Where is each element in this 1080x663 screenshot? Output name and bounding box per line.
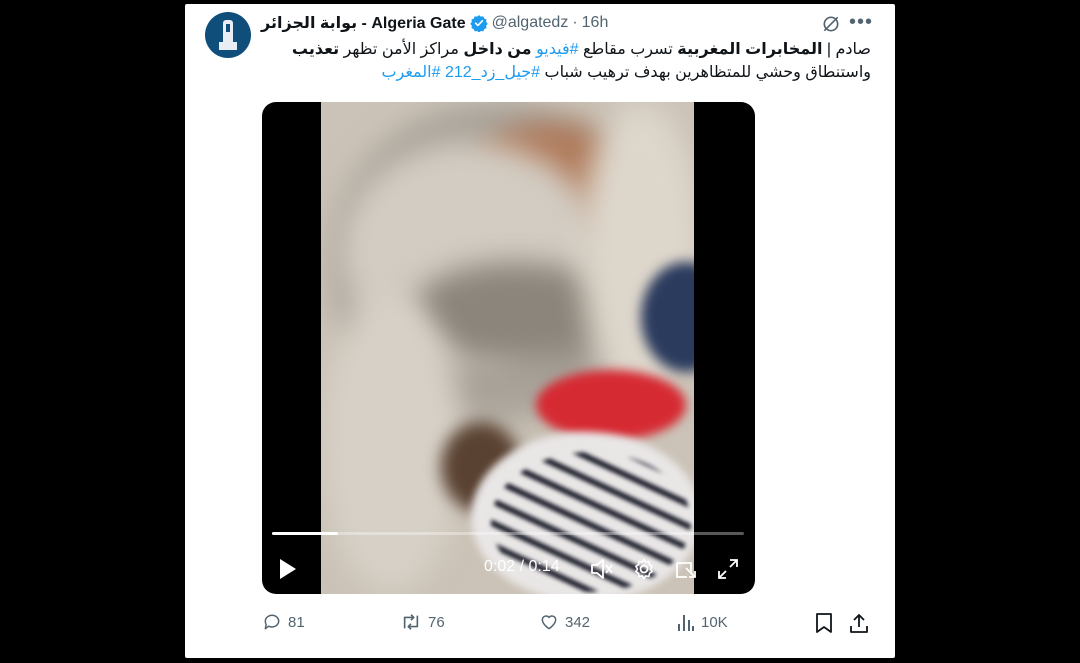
like-count: 342 [565,613,591,631]
tower-logo-icon [219,20,237,50]
views-button[interactable]: 10K [677,612,728,632]
author-name[interactable]: بوابة الجزائر - Algeria Gate [261,13,466,33]
like-button[interactable]: 342 [539,612,590,632]
header-separator: · [572,14,578,31]
settings-gear-icon[interactable] [632,557,656,581]
video-duration: 0:14 [528,558,560,575]
hashtag-link[interactable]: #فيديو [536,41,579,58]
avatar[interactable] [205,12,251,58]
mute-icon[interactable] [590,558,614,580]
video-player[interactable]: 0:02 / 0:14 [262,102,755,594]
reply-icon [264,614,280,630]
text-bold: من داخل [463,41,537,58]
text-bold: تعذيب [291,41,340,58]
hashtag-link[interactable]: #جيل_زد_212 [445,64,540,81]
tweet-card: بوابة الجزائر - Algeria Gate @algatedz ·… [185,4,895,658]
video-frame[interactable] [321,102,694,594]
repost-button[interactable]: 76 [400,612,445,632]
hashtag-link[interactable]: #المغرب [381,64,440,81]
views-chart-icon [678,615,694,631]
video-controls: 0:02 / 0:14 [262,548,755,588]
text-segment: تسرب مقاطع [578,41,678,58]
more-options-icon[interactable]: ••• [849,11,873,34]
text-segment: صادم | [822,41,871,58]
tweet-text: صادم | المخابرات المغربية تسرب مقاطع #في… [255,38,871,84]
text-segment: واستنطاق وحشي للمتظاهرين بهدف ترهيب شباب [540,64,872,81]
share-icon[interactable] [849,612,869,634]
view-count: 10K [701,613,728,631]
tweet-header: بوابة الجزائر - Algeria Gate @algatedz ·… [261,12,608,34]
picture-in-picture-icon[interactable] [674,557,698,581]
heart-icon [541,615,557,630]
reply-button[interactable]: 81 [262,612,305,632]
repost-count: 76 [428,613,445,631]
verified-badge-icon [469,15,488,32]
video-current-time: 0:02 [484,558,516,575]
tweet-actions: 81 76 342 10K [185,608,895,638]
text-bold: المخابرات المغربية [677,41,823,58]
video-time-separator: / [515,558,529,575]
repost-icon [403,614,419,630]
fullscreen-icon[interactable] [717,558,739,580]
author-handle[interactable]: @algatedz [492,14,569,32]
bookmark-icon[interactable] [815,612,833,634]
play-icon[interactable] [278,558,298,580]
tweet-time[interactable]: 16h [582,14,609,32]
video-progress-fill [272,532,339,535]
grok-icon[interactable] [821,14,841,34]
video-time: 0:02 / 0:14 [484,558,560,576]
video-progress-bar[interactable] [272,532,744,535]
reply-count: 81 [288,613,305,631]
text-segment: مراكز الأمن تظهر [339,41,464,58]
